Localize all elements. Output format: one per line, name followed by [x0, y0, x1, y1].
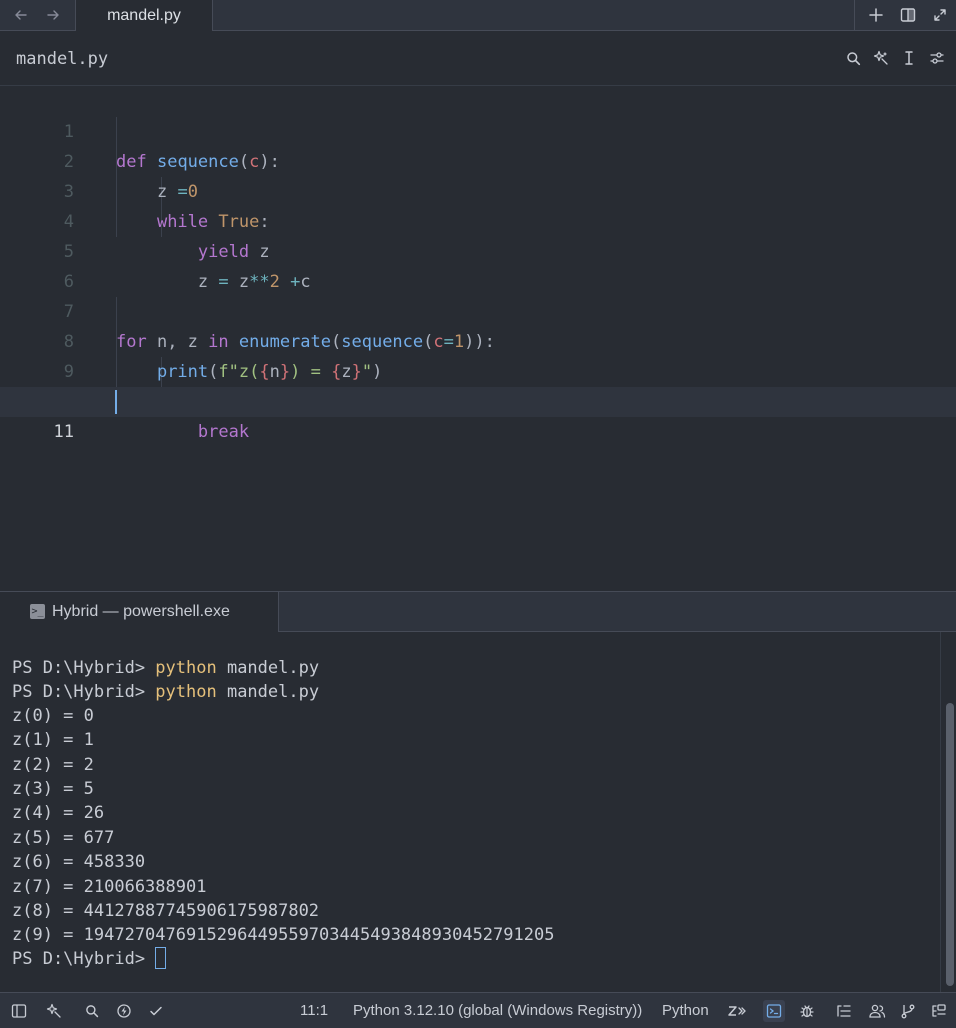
tab-mandel-py[interactable]: mandel.py — [75, 0, 213, 32]
outline-icon[interactable] — [833, 1000, 855, 1022]
debug-icon[interactable] — [796, 1000, 818, 1022]
assistant-sparkle-icon[interactable] — [870, 47, 892, 69]
scrollbar-thumb[interactable] — [946, 703, 954, 986]
terminal-output-line: z(2) = 2 — [12, 755, 94, 775]
editor-pane[interactable]: mandel.py 1 def sequence(c): 2 z =0 3 wh… — [0, 31, 956, 591]
tab-bar: mandel.py — [0, 0, 956, 32]
token-keyword: break — [197, 422, 250, 442]
terminal-tab[interactable]: >_ Hybrid — powershell.exe — [0, 592, 279, 633]
arrow-left-icon[interactable] — [10, 4, 32, 26]
terminal-output-line: z(7) = 210066388901 — [12, 877, 207, 897]
code-line[interactable]: 9 if n>=9: — [0, 327, 956, 412]
terminal-output-line: z(1) = 1 — [12, 730, 94, 750]
terminal-prompt-line[interactable]: PS D:\Hybrid> — [12, 947, 167, 971]
zed-predict-icon[interactable] — [726, 1000, 748, 1022]
text-cursor-icon[interactable] — [898, 47, 920, 69]
breadcrumb-filename[interactable]: mandel.py — [16, 49, 108, 69]
interpreter-selector[interactable]: Python 3.12.10 (global (Windows Registry… — [353, 993, 642, 1028]
maximize-icon[interactable] — [929, 4, 951, 26]
code-line[interactable]: 7 for n, z in enumerate(sequence(c=1)): — [0, 267, 956, 352]
panel-icon[interactable] — [928, 1000, 950, 1022]
line-number: 11 — [53, 422, 74, 442]
terminal-prompt: PS D:\Hybrid> — [12, 949, 156, 969]
terminal-tab-label: Hybrid — powershell.exe — [52, 603, 230, 620]
terminal-output-line: z(6) = 458330 — [12, 852, 146, 872]
check-icon[interactable] — [145, 1000, 167, 1022]
terminal-icon[interactable] — [763, 1000, 785, 1022]
terminal-command: python — [155, 658, 217, 678]
terminal-output-line: z(5) = 677 — [12, 828, 115, 848]
settings-sliders-icon[interactable] — [926, 47, 948, 69]
text-cursor — [115, 390, 117, 414]
terminal-output[interactable]: PS D:\Hybrid> python mandel.py PS D:\Hyb… — [0, 632, 956, 992]
collab-icon[interactable] — [866, 1000, 888, 1022]
code-area[interactable]: 1 def sequence(c): 2 z =0 3 while True: … — [0, 87, 956, 442]
cursor-position[interactable]: 11:1 — [300, 993, 328, 1028]
terminal-command-line: PS D:\Hybrid> python mandel.py — [12, 680, 319, 704]
terminal-cursor — [155, 947, 167, 969]
code-line[interactable]: 2 z =0 — [0, 117, 956, 202]
tab-bar-actions — [854, 0, 956, 31]
terminal-output-line: z(9) = 194727047691529644955970344549384… — [12, 925, 555, 945]
terminal-output-line: z(0) = 0 — [12, 706, 94, 726]
plus-icon[interactable] — [865, 4, 887, 26]
code-line[interactable]: 8 print(f"z({n}) = {z}") — [0, 297, 956, 382]
terminal-argument: mandel.py — [216, 682, 320, 702]
git-branch-icon[interactable] — [897, 1000, 919, 1022]
language-selector[interactable]: Python — [662, 993, 709, 1028]
code-line[interactable]: 10 break — [0, 357, 956, 442]
sidebar-toggle-icon[interactable] — [8, 1000, 30, 1022]
terminal-prompt: PS D:\Hybrid> — [12, 658, 156, 678]
status-bar: 11:1 Python 3.12.10 (global (Windows Reg… — [0, 992, 956, 1028]
lightning-icon[interactable] — [113, 1000, 135, 1022]
terminal-prompt: PS D:\Hybrid> — [12, 682, 156, 702]
assistant-icon[interactable] — [43, 1000, 65, 1022]
terminal-argument: mandel.py — [216, 658, 320, 678]
terminal-output-line: z(3) = 5 — [12, 779, 94, 799]
breadcrumb: mandel.py — [0, 31, 956, 86]
code-line[interactable]: 6 — [0, 237, 956, 292]
terminal-output-line: z(8) = 44127887745906175987802 — [12, 901, 320, 921]
code-line[interactable]: 3 while True: — [0, 147, 956, 232]
search-icon[interactable] — [81, 1000, 103, 1022]
code-line[interactable]: 1 def sequence(c): — [0, 87, 956, 172]
terminal-command-line: PS D:\Hybrid> python mandel.py — [12, 656, 319, 680]
terminal-tab-bar: >_ Hybrid — powershell.exe — [0, 591, 956, 633]
code-line[interactable]: 5 z = z**2 +c — [0, 207, 956, 292]
arrow-right-icon[interactable] — [42, 4, 64, 26]
code-line[interactable]: 4 yield z — [0, 177, 956, 262]
terminal-output-line: z(4) = 26 — [12, 803, 105, 823]
line-source: break — [116, 417, 249, 447]
code-line-active[interactable]: 11 — [0, 387, 956, 442]
terminal-scrollbar[interactable] — [940, 632, 956, 992]
editor-toolbar — [842, 47, 948, 69]
terminal-icon: >_ — [30, 604, 45, 619]
split-pane-icon[interactable] — [897, 4, 919, 26]
terminal-command: python — [155, 682, 217, 702]
search-icon[interactable] — [842, 47, 864, 69]
